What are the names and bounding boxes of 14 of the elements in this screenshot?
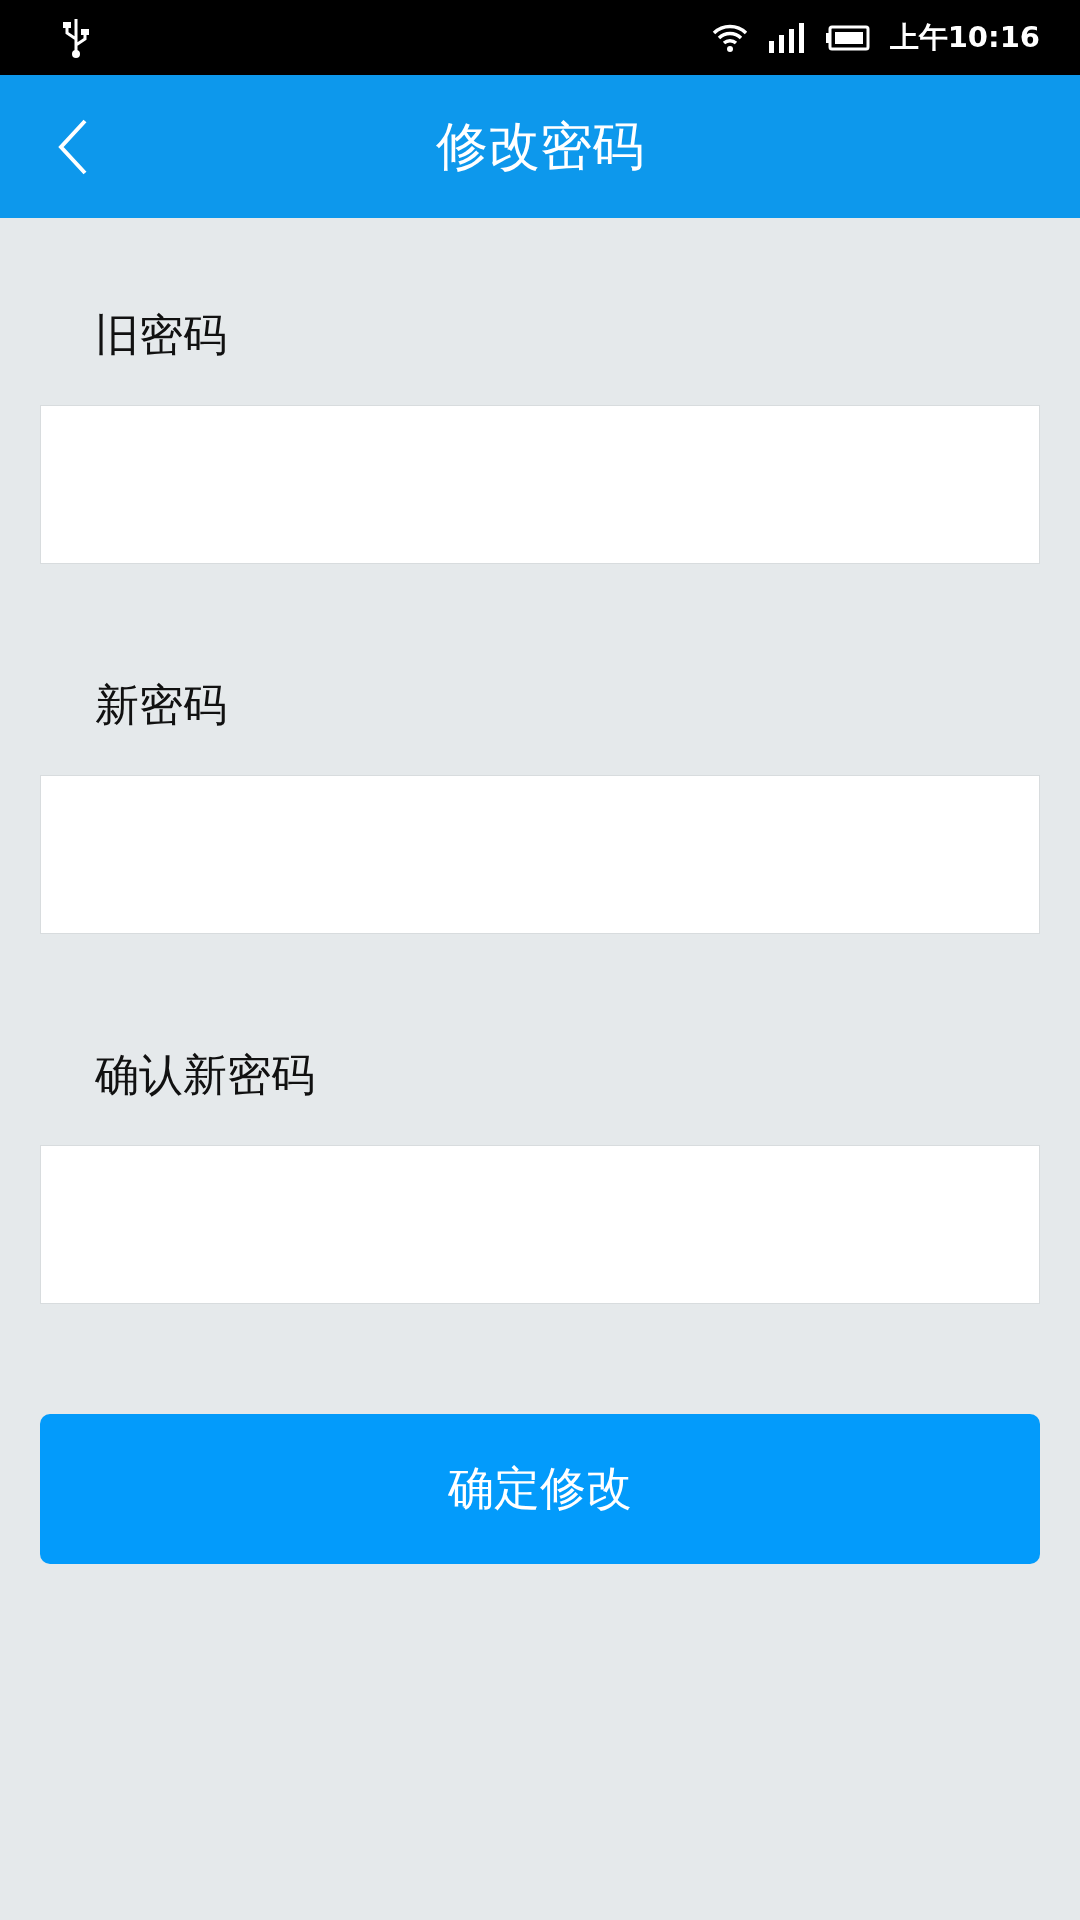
signal-icon — [767, 22, 806, 53]
wifi-icon — [711, 22, 748, 53]
back-icon — [58, 118, 88, 175]
field-label: 新密码 — [95, 678, 228, 732]
battery-icon — [825, 24, 870, 51]
password-field[interactable] — [40, 775, 1040, 934]
field-label: 确认新密码 — [95, 1048, 316, 1102]
field-label: 旧密码 — [95, 308, 228, 362]
password-field[interactable] — [40, 405, 1040, 564]
usb-icon — [60, 16, 92, 59]
password-field[interactable] — [40, 1145, 1040, 1304]
submit-button[interactable]: 确定修改 — [40, 1414, 1040, 1564]
page-title: 修改密码 — [436, 114, 644, 178]
status-time: 上午10:16 — [889, 18, 1040, 56]
